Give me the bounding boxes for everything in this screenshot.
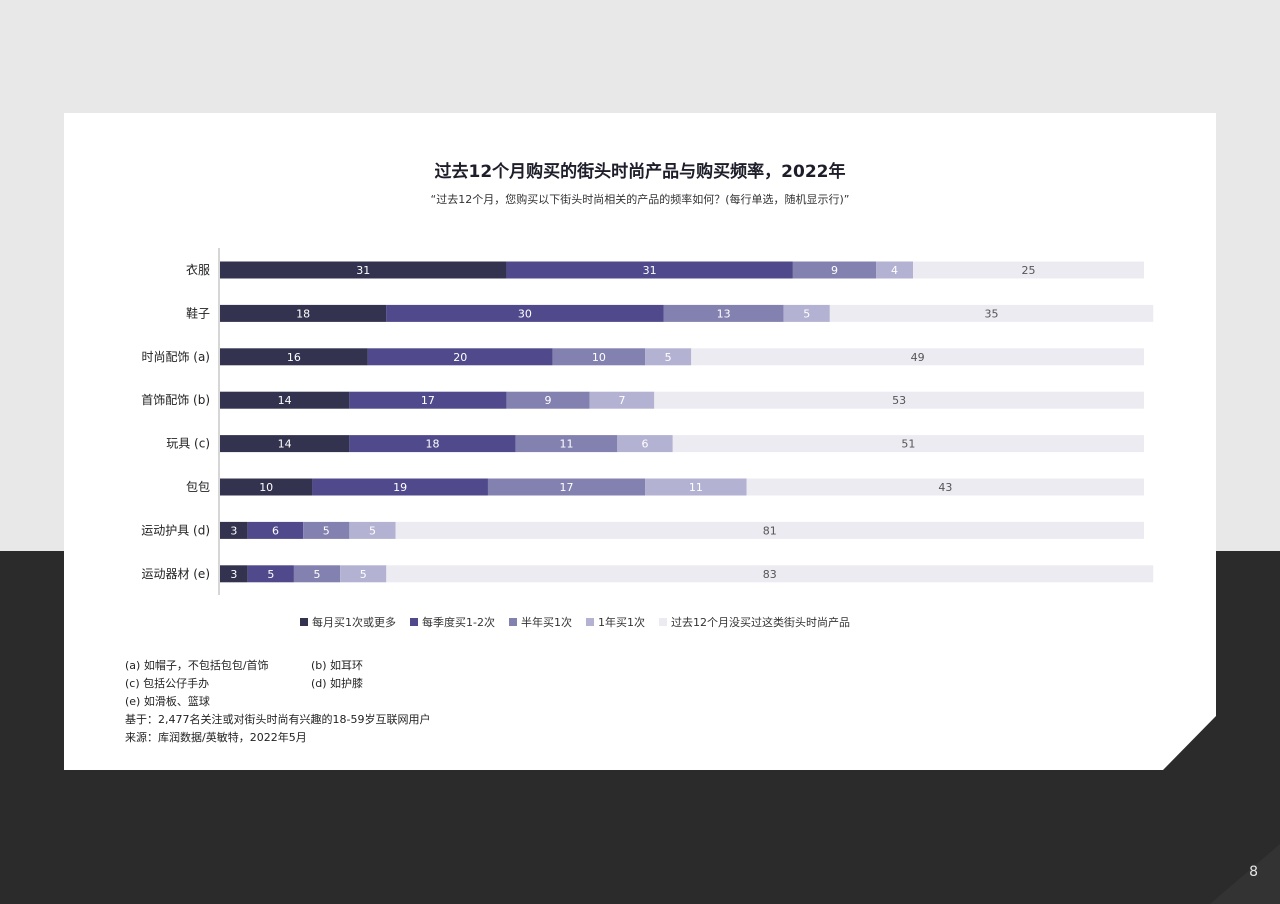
footnote-a: (a) 如帽子，不包括包包/首饰 — [125, 659, 269, 672]
footnote-e: (e) 如滑板、篮球 — [125, 695, 210, 708]
data-label: 10 — [592, 351, 606, 364]
data-label: 5 — [323, 524, 330, 537]
legend-item: 每月买1次或更多 — [300, 614, 396, 630]
data-label: 53 — [892, 394, 906, 407]
data-label: 13 — [717, 307, 731, 320]
data-label: 7 — [618, 394, 625, 407]
chart-legend: 每月买1次或更多 每季度买1-2次 半年买1次 1年买1次 过去12个月没买过这类街头时… — [300, 614, 864, 630]
legend-item: 半年买1次 — [508, 614, 572, 630]
legend-swatch — [585, 618, 594, 626]
legend-label: 半年买1次 — [520, 616, 572, 629]
data-label: 5 — [665, 351, 672, 364]
data-label: 6 — [272, 524, 279, 537]
footnote-c: (c) 包括公仔手办 — [125, 677, 210, 690]
page-number: 8 — [1249, 864, 1258, 880]
data-label: 17 — [560, 481, 574, 494]
data-label: 16 — [287, 351, 301, 364]
legend-label: 过去12个月没买过这类街头时尚产品 — [670, 616, 850, 629]
category-label: 包包 — [186, 480, 210, 494]
data-label: 9 — [545, 394, 552, 407]
stacked-bar-chart: 衣服 31 31 9 4 25鞋子 18 30 13 5 35时尚配饰 (a) 16 20 10 5 49首饰… — [141, 248, 1154, 595]
footnote-source: 来源：库润数据/英敏特，2022年5月 — [125, 731, 307, 744]
data-label: 5 — [369, 524, 376, 537]
data-label: 31 — [643, 264, 657, 277]
legend-swatch — [410, 618, 418, 626]
data-label: 14 — [278, 438, 292, 451]
legend-swatch — [508, 618, 517, 626]
data-label: 3 — [230, 524, 237, 537]
legend-item: 每季度买1-2次 — [410, 614, 495, 630]
category-label: 鞋子 — [186, 305, 210, 320]
chart-card: 过去12个月购买的街头时尚产品与购买频率，2022年 “过去12个月，您购买以下… — [64, 113, 1216, 770]
data-label: 5 — [314, 568, 321, 581]
legend-item: 1年买1次 — [585, 614, 645, 630]
data-label: 43 — [938, 481, 952, 494]
data-label: 81 — [763, 524, 777, 537]
data-label: 18 — [296, 307, 310, 320]
category-label: 衣服 — [186, 262, 210, 277]
category-label: 首饰配饰 (b) — [141, 393, 210, 407]
data-label: 19 — [393, 481, 407, 494]
category-label: 运动护具 (d) — [141, 523, 210, 537]
data-label: 11 — [560, 438, 574, 451]
data-label: 25 — [1022, 264, 1036, 277]
legend-label: 每季度买1-2次 — [422, 616, 495, 629]
data-label: 49 — [911, 351, 925, 364]
data-label: 35 — [985, 307, 999, 320]
data-label: 5 — [360, 568, 367, 581]
data-label: 11 — [689, 481, 703, 494]
data-label: 4 — [891, 264, 898, 277]
legend-label: 每月买1次或更多 — [312, 616, 396, 629]
data-label: 10 — [259, 481, 273, 494]
data-label: 6 — [642, 438, 649, 451]
category-label: 运动器材 (e) — [141, 567, 210, 581]
category-label: 时尚配饰 (a) — [141, 350, 210, 364]
corner-decoration — [1210, 844, 1280, 904]
data-label: 51 — [901, 438, 915, 451]
legend-swatch — [300, 618, 308, 626]
footnotes: (a) 如帽子，不包括包包/首饰 (b) 如耳环 (c) 包括公仔手办 (d) … — [125, 657, 430, 747]
category-label: 玩具 (c) — [166, 437, 210, 451]
data-label: 14 — [278, 394, 292, 407]
data-label: 3 — [230, 568, 237, 581]
data-label: 5 — [267, 568, 274, 581]
data-label: 18 — [426, 438, 440, 451]
footnote-b: (b) 如耳环 — [311, 659, 364, 672]
data-label: 31 — [356, 264, 370, 277]
data-label: 83 — [763, 568, 777, 581]
legend-swatch — [658, 618, 667, 626]
data-label: 9 — [831, 264, 838, 277]
data-label: 5 — [803, 307, 810, 320]
legend-item: 过去12个月没买过这类街头时尚产品 — [658, 614, 850, 630]
data-label: 20 — [453, 351, 467, 364]
legend-label: 1年买1次 — [597, 616, 645, 629]
footnote-base: 基于：2,477名关注或对街头时尚有兴趣的18-59岁互联网用户 — [125, 713, 431, 726]
footnote-d: (d) 如护膝 — [311, 677, 364, 690]
data-label: 17 — [421, 394, 435, 407]
data-label: 30 — [518, 307, 532, 320]
